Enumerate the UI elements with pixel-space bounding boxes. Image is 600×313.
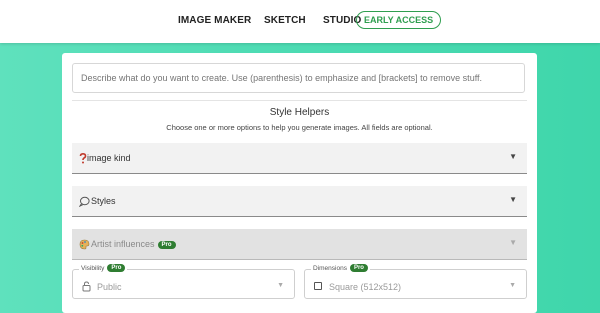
checkbox-icon	[314, 282, 324, 292]
visibility-label: Visibility Pro	[79, 264, 128, 272]
early-access-badge[interactable]: EARLY ACCESS	[356, 11, 442, 29]
chevron-down-icon: ▼	[509, 238, 517, 247]
visibility-value: Public	[97, 282, 122, 292]
nav-sketch[interactable]: SKETCH	[264, 15, 306, 26]
accordion-styles-label: Styles	[91, 196, 116, 206]
palette-icon	[79, 239, 90, 250]
accordion-styles[interactable]: Styles ▼	[72, 186, 527, 217]
dimensions-select[interactable]: Dimensions Pro Square (512x512) ▼	[304, 264, 527, 299]
chevron-down-icon: ▼	[509, 195, 517, 204]
chevron-down-icon: ▼	[509, 152, 517, 161]
dimensions-label: Dimensions Pro	[311, 264, 370, 272]
visibility-select[interactable]: Visibility Pro Public ▼	[72, 264, 295, 299]
speech-bubble-icon	[78, 196, 90, 208]
prompt-input[interactable]	[72, 63, 525, 93]
nav-image-maker[interactable]: IMAGE MAKER	[178, 15, 251, 26]
style-helpers-title: Style Helpers	[269, 107, 330, 118]
pro-badge: Pro	[349, 264, 368, 272]
pro-badge: Pro	[157, 241, 176, 249]
generator-panel: Style Helpers Choose one or more options…	[62, 53, 537, 313]
pro-badge: Pro	[107, 264, 126, 272]
accordion-artist-label: Artist influences Pro	[91, 239, 176, 249]
accordion-image-kind-label: image kind	[87, 153, 131, 163]
dimensions-value: Square (512x512)	[329, 282, 402, 292]
chevron-down-icon: ▼	[277, 282, 284, 289]
style-helpers-subtitle: Choose one or more options to help you g…	[166, 123, 433, 132]
accordion-image-kind[interactable]: image kind ▼	[72, 143, 527, 174]
divider	[72, 100, 527, 101]
lock-icon	[82, 281, 92, 292]
chevron-down-icon: ▼	[509, 282, 516, 289]
accordion-artist-influences[interactable]: Artist influences Pro ▼	[72, 229, 527, 260]
top-navigation-bar: IMAGE MAKER SKETCH STUDIO EARLY ACCESS	[0, 0, 600, 43]
